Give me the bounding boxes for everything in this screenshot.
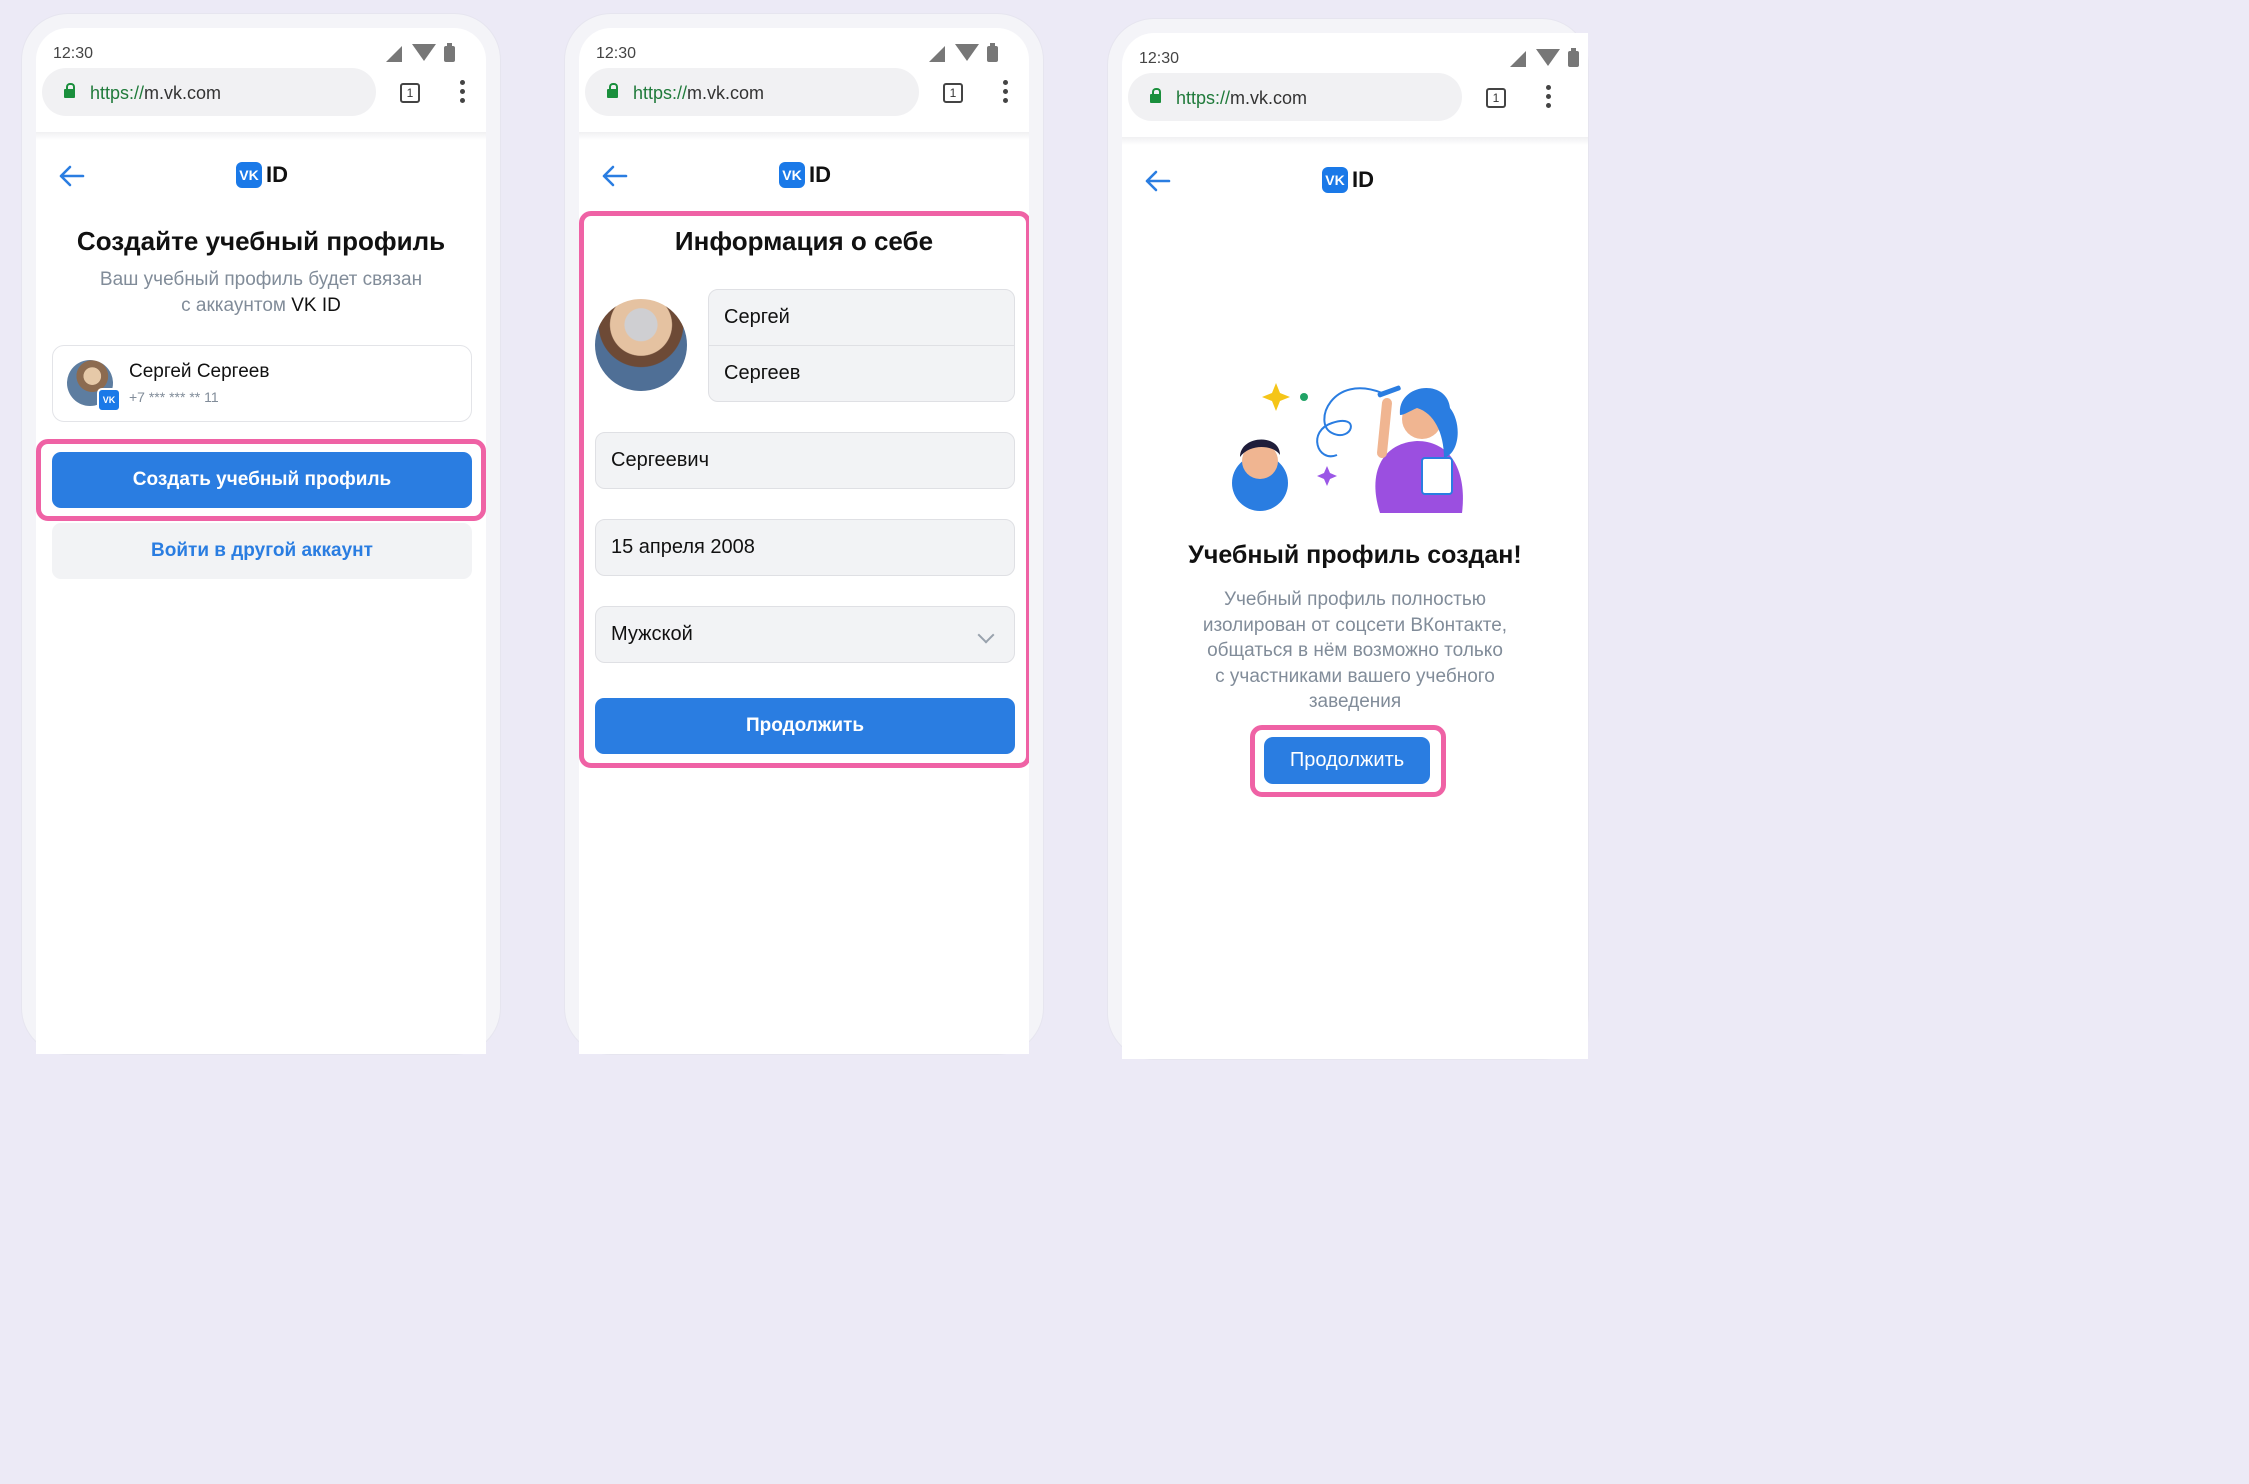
address-bar[interactable]: https://m.vk.com bbox=[585, 68, 919, 116]
screen: 12:30 https://m.vk.com 1 VK ID Учебный п… bbox=[1122, 33, 1588, 1059]
first-name-field[interactable]: Сергей bbox=[708, 289, 1015, 346]
vk-logo-mark: VK bbox=[236, 162, 262, 188]
status-icons bbox=[386, 43, 466, 62]
vk-logo-mark: VK bbox=[779, 162, 805, 188]
account-card[interactable]: VK Сергей Сергеев +7 *** *** ** 11 bbox=[52, 345, 472, 422]
back-arrow-icon[interactable] bbox=[1142, 167, 1172, 195]
account-phone: +7 *** *** ** 11 bbox=[129, 389, 219, 405]
lock-icon bbox=[64, 83, 75, 98]
status-time: 12:30 bbox=[596, 45, 637, 62]
wifi-icon bbox=[412, 44, 436, 61]
phone-screen-create-profile: 12:30 https://m.vk.com 1 VK ID Создайте … bbox=[22, 14, 500, 1054]
vk-badge-icon: VK bbox=[97, 388, 121, 412]
status-icons bbox=[929, 43, 1009, 62]
page-subtitle: Ваш учебный профиль будет связан с аккау… bbox=[99, 269, 423, 316]
phone-screen-profile-created: 12:30 https://m.vk.com 1 VK ID Учебный п… bbox=[1108, 19, 1588, 1059]
more-icon[interactable] bbox=[1546, 85, 1552, 111]
page-title: Информация о себе bbox=[674, 226, 934, 256]
other-account-button[interactable]: Войти в другой аккаунт bbox=[52, 523, 472, 579]
address-bar[interactable]: https://m.vk.com bbox=[1128, 73, 1462, 121]
continue-button[interactable]: Продолжить bbox=[1264, 737, 1430, 784]
page-title: Создайте учебный профиль bbox=[76, 226, 446, 256]
address-bar[interactable]: https://m.vk.com bbox=[42, 68, 376, 116]
logo-text: ID bbox=[1352, 167, 1374, 192]
account-name: Сергей Сергеев bbox=[129, 361, 270, 382]
wifi-icon bbox=[955, 44, 979, 61]
url-text[interactable]: https://m.vk.com bbox=[633, 83, 764, 104]
screen: 12:30 https://m.vk.com 1 VK ID Информаци… bbox=[579, 28, 1029, 1054]
lock-icon bbox=[1150, 88, 1161, 103]
back-arrow-icon[interactable] bbox=[599, 162, 629, 190]
chevron-down-icon bbox=[977, 626, 995, 644]
status-time: 12:30 bbox=[53, 45, 94, 62]
lock-icon bbox=[607, 83, 618, 98]
tabs-icon[interactable]: 1 bbox=[400, 83, 420, 103]
avatar[interactable] bbox=[595, 299, 687, 391]
students-illustration bbox=[1232, 383, 1463, 513]
birth-date-field[interactable]: 15 апреля 2008 bbox=[595, 519, 1015, 576]
gender-select[interactable]: Мужской bbox=[595, 606, 1015, 663]
url-text[interactable]: https://m.vk.com bbox=[90, 83, 221, 104]
status-time: 12:30 bbox=[1139, 50, 1180, 67]
gender-value: Мужской bbox=[611, 623, 693, 645]
screen: 12:30 https://m.vk.com 1 VK ID Создайте … bbox=[36, 28, 486, 1054]
last-name-field[interactable]: Сергеев bbox=[708, 345, 1015, 402]
battery-icon bbox=[1568, 48, 1579, 67]
continue-button[interactable]: Продолжить bbox=[595, 698, 1015, 754]
wifi-icon bbox=[1536, 49, 1560, 66]
more-icon[interactable] bbox=[460, 80, 466, 106]
create-profile-button[interactable]: Создать учебный профиль bbox=[52, 452, 472, 508]
success-title: Учебный профиль создан! bbox=[1188, 541, 1522, 569]
more-icon[interactable] bbox=[1003, 80, 1009, 106]
battery-icon bbox=[444, 43, 455, 62]
signal-icon bbox=[929, 46, 945, 62]
tabs-icon[interactable]: 1 bbox=[943, 83, 963, 103]
toolbar-shadow bbox=[1122, 137, 1588, 145]
back-arrow-icon[interactable] bbox=[56, 162, 86, 190]
signal-icon bbox=[1510, 51, 1526, 67]
signal-icon bbox=[386, 46, 402, 62]
toolbar-shadow bbox=[36, 132, 486, 140]
logo-text: ID bbox=[809, 162, 831, 187]
success-description: Учебный профиль полностью изолирован от … bbox=[1202, 589, 1508, 712]
status-icons bbox=[1510, 48, 1588, 67]
patronymic-field[interactable]: Сергеевич bbox=[595, 432, 1015, 489]
battery-icon bbox=[987, 43, 998, 62]
toolbar-shadow bbox=[579, 132, 1029, 140]
vk-logo-mark: VK bbox=[1322, 167, 1348, 193]
phone-screen-personal-info: 12:30 https://m.vk.com 1 VK ID Информаци… bbox=[565, 14, 1043, 1054]
logo-text: ID bbox=[266, 162, 288, 187]
tabs-icon[interactable]: 1 bbox=[1486, 88, 1506, 108]
url-text[interactable]: https://m.vk.com bbox=[1176, 88, 1307, 109]
